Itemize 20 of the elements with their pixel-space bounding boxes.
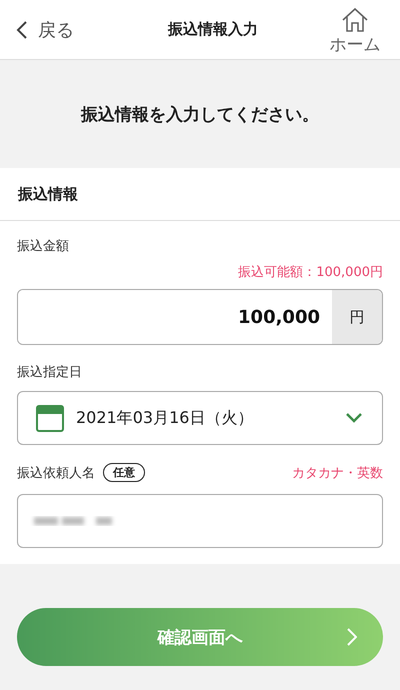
amount-field[interactable]: 100,000 円 — [17, 289, 383, 345]
screen-title: 振込情報入力 — [168, 20, 258, 39]
home-icon — [341, 7, 369, 33]
requester-label: 振込依頼人名 — [17, 464, 95, 482]
requester-name-field[interactable] — [17, 494, 383, 548]
home-button[interactable]: ホーム — [320, 3, 390, 56]
instruction-text: 振込情報を入力してください。 — [81, 104, 319, 126]
chevron-left-icon — [16, 20, 28, 40]
yen-unit: 円 — [332, 290, 382, 344]
chevron-right-icon — [347, 628, 357, 646]
date-select[interactable]: 2021年03月16日（火） — [17, 391, 383, 445]
input-format-hint: カタカナ・英数 — [292, 464, 383, 482]
amount-label: 振込金額 — [17, 238, 70, 255]
calendar-icon — [36, 404, 64, 432]
optional-badge: 任意 — [103, 463, 145, 482]
date-label: 振込指定日 — [17, 364, 83, 381]
section-title: 振込情報 — [18, 184, 78, 204]
back-button[interactable]: 戻る — [16, 18, 106, 42]
available-amount-text: 振込可能額：100,000円 — [238, 264, 383, 281]
chevron-down-icon — [346, 413, 362, 423]
